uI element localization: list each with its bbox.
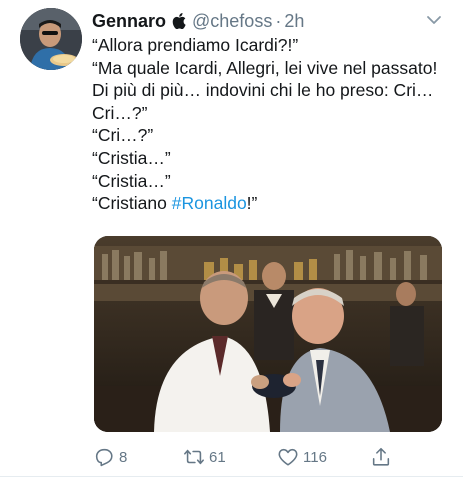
- tweet-timestamp[interactable]: 2h: [284, 11, 304, 32]
- avatar[interactable]: [20, 8, 82, 70]
- heart-icon: [278, 448, 298, 466]
- tweet-line-last: “Cristiano #Ronaldo!”: [92, 192, 447, 215]
- tweet-line: “Ma quale Icardi, Allegri, lei vive nel …: [92, 57, 443, 123]
- reply-button[interactable]: 8: [93, 443, 127, 471]
- retweet-count: 61: [209, 448, 226, 466]
- retweet-button[interactable]: 61: [183, 443, 226, 471]
- tweet-line: “Cristia…”: [92, 170, 171, 191]
- chevron-down-icon[interactable]: [425, 11, 443, 29]
- header-separator: ·: [275, 10, 282, 31]
- reply-count: 8: [119, 448, 128, 466]
- author-name[interactable]: Gennaro: [92, 11, 166, 32]
- tweet-actions: 8 61 116: [93, 443, 393, 471]
- hashtag-link[interactable]: #Ronaldo: [172, 193, 247, 213]
- tweet-text: “Allora prendiamo Icardi?!” “Ma quale Ic…: [92, 34, 447, 215]
- share-icon: [372, 447, 390, 466]
- retweet-icon: [184, 449, 204, 465]
- like-count: 116: [303, 448, 327, 466]
- tweet-text-segment: !”: [246, 193, 258, 214]
- tweet-line: “Cri…?”: [92, 125, 154, 146]
- reply-icon: [95, 448, 113, 467]
- tweet-media-image[interactable]: [94, 236, 442, 432]
- like-button[interactable]: 116: [277, 443, 327, 471]
- divider: [0, 476, 463, 477]
- tweet-line: “Allora prendiamo Icardi?!”: [92, 35, 299, 55]
- apple-icon: [172, 13, 186, 30]
- share-button[interactable]: [370, 443, 396, 471]
- tweet-line: “Cristia…”: [92, 147, 171, 168]
- tweet[interactable]: Gennaro @chefoss · 2h “Allora prendiamo …: [0, 0, 463, 480]
- tweet-header: Gennaro @chefoss · 2h: [92, 9, 443, 33]
- tweet-text-segment: “Cristiano: [92, 193, 172, 214]
- author-handle[interactable]: @chefoss: [192, 11, 272, 32]
